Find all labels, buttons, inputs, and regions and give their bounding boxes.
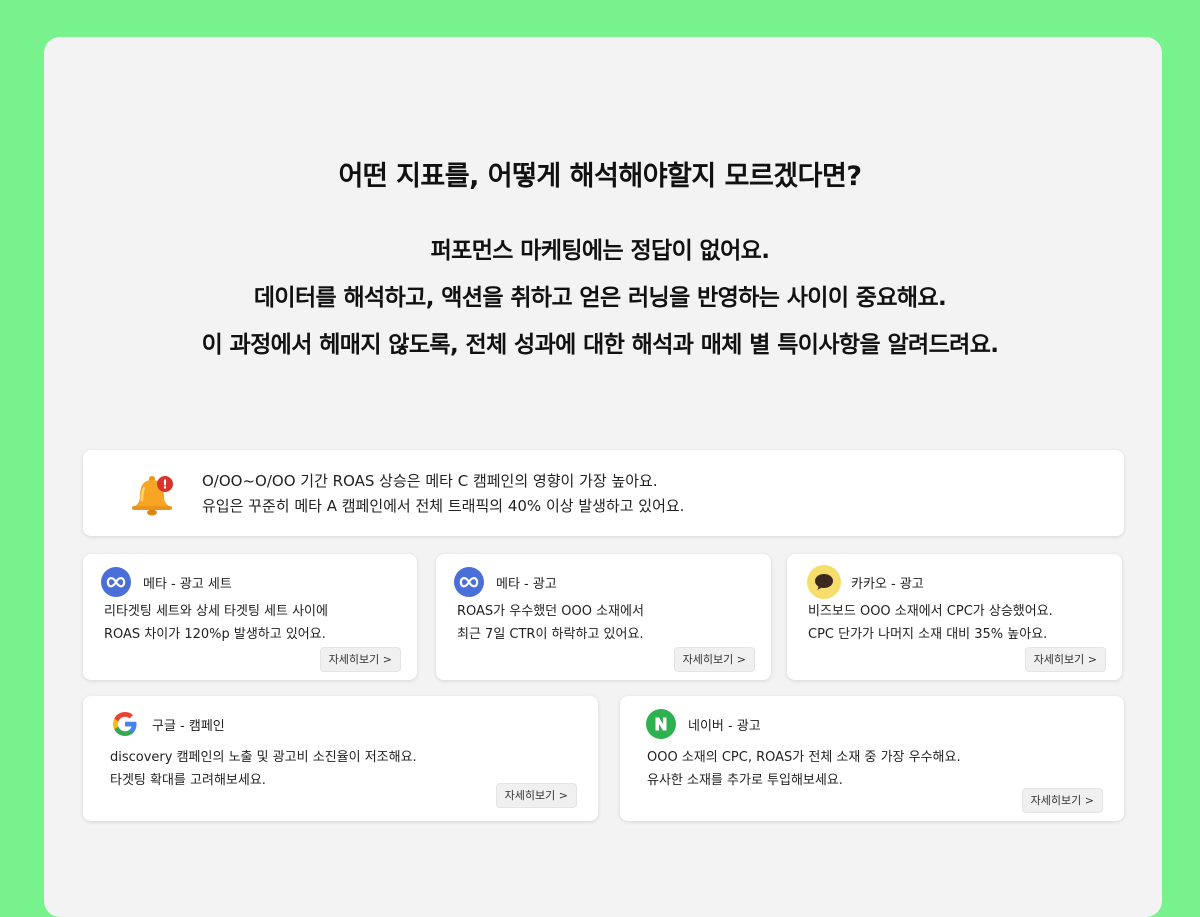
card-source: 카카오 - 광고 — [807, 565, 924, 599]
card-source: 구글 - 캠페인 — [110, 709, 225, 739]
message-line: 유사한 소재를 추가로 투입해보세요. — [647, 773, 843, 788]
card-source-label: 네이버 - 광고 — [688, 718, 761, 734]
insight-card-meta-ad[interactable]: 메타 - 광고 ROAS가 우수했던 OOO 소재에서 최근 7일 CTR이 하… — [436, 554, 771, 680]
card-source-label: 구글 - 캠페인 — [152, 718, 225, 734]
kakao-icon — [807, 565, 841, 599]
message-line: 타겟팅 확대를 고려해보세요. — [110, 773, 266, 788]
details-button[interactable]: 자세히보기 > — [495, 783, 577, 808]
card-message: 비즈보드 OOO 소재에서 CPC가 상승했어요. CPC 단가가 나머지 소재… — [808, 600, 1053, 646]
message-line: 리타겟팅 세트와 상세 타겟팅 세트 사이에 — [104, 604, 328, 619]
details-button[interactable]: 자세히보기 > — [1021, 788, 1103, 813]
card-source-label: 메타 - 광고 — [496, 576, 557, 592]
meta-icon — [101, 567, 131, 597]
message-line: CPC 단가가 나머지 소재 대비 35% 높아요. — [808, 627, 1048, 642]
alert-line: 유입은 꾸준히 메타 A 캠페인에서 전체 트래픽의 40% 이상 발생하고 있… — [202, 497, 685, 515]
bell-icon: ! — [132, 476, 173, 516]
badge-text: ! — [162, 478, 167, 492]
intro-line: 데이터를 해석하고, 액션을 취하고 얻은 러닝을 반영하는 사이이 중요해요. — [253, 285, 947, 311]
message-line: ROAS가 우수했던 OOO 소재에서 — [457, 604, 644, 619]
meta-icon — [454, 567, 484, 597]
message-line: ROAS 차이가 120%p 발생하고 있어요. — [104, 627, 326, 642]
page-headline: 어떤 지표를, 어떻게 해석해야할지 모르겠다면? — [338, 161, 862, 192]
insight-card-meta-adset[interactable]: 메타 - 광고 세트 리타겟팅 세트와 상세 타겟팅 세트 사이에 ROAS 차… — [83, 554, 417, 680]
alert-text: O/OO~O/OO 기간 ROAS 상승은 메타 C 캠페인의 영향이 가장 높… — [202, 469, 684, 519]
card-source: 메타 - 광고 세트 — [101, 567, 232, 597]
card-message: discovery 캠페인의 노출 및 광고비 소진율이 저조해요. 타겟팅 확… — [110, 746, 417, 792]
message-line: 비즈보드 OOO 소재에서 CPC가 상승했어요. — [808, 604, 1053, 619]
card-message: 리타겟팅 세트와 상세 타겟팅 세트 사이에 ROAS 차이가 120%p 발생… — [104, 600, 328, 646]
details-button[interactable]: 자세히보기 > — [1024, 647, 1106, 672]
card-message: ROAS가 우수했던 OOO 소재에서 최근 7일 CTR이 하락하고 있어요. — [457, 600, 644, 646]
message-line: 최근 7일 CTR이 하락하고 있어요. — [457, 627, 644, 642]
card-source-label: 메타 - 광고 세트 — [143, 576, 232, 592]
intro-line: 퍼포먼스 마케팅에는 정답이 없어요. — [430, 238, 770, 264]
insight-card-google-campaign[interactable]: 구글 - 캠페인 discovery 캠페인의 노출 및 광고비 소진율이 저조… — [83, 696, 598, 821]
details-button[interactable]: 자세히보기 > — [673, 647, 755, 672]
naver-icon — [646, 709, 676, 739]
google-icon — [113, 712, 137, 736]
insight-card-kakao-ad[interactable]: 카카오 - 광고 비즈보드 OOO 소재에서 CPC가 상승했어요. CPC 단… — [787, 554, 1122, 680]
alert-line: O/OO~O/OO 기간 ROAS 상승은 메타 C 캠페인의 영향이 가장 높… — [202, 472, 658, 490]
insight-card-naver-ad[interactable]: 네이버 - 광고 OOO 소재의 CPC, ROAS가 전체 소재 중 가장 우… — [620, 696, 1124, 821]
details-button[interactable]: 자세히보기 > — [319, 647, 401, 672]
intro-text: 퍼포먼스 마케팅에는 정답이 없어요. 데이터를 해석하고, 액션을 취하고 얻… — [0, 228, 1200, 369]
message-line: OOO 소재의 CPC, ROAS가 전체 소재 중 가장 우수해요. — [647, 750, 961, 765]
card-message: OOO 소재의 CPC, ROAS가 전체 소재 중 가장 우수해요. 유사한 … — [647, 746, 961, 792]
message-line: discovery 캠페인의 노출 및 광고비 소진율이 저조해요. — [110, 750, 417, 765]
card-source-label: 카카오 - 광고 — [851, 576, 924, 592]
card-source: 메타 - 광고 — [454, 567, 557, 597]
card-source: 네이버 - 광고 — [646, 709, 761, 739]
summary-alert-card: ! O/OO~O/OO 기간 ROAS 상승은 메타 C 캠페인의 영향이 가장… — [83, 450, 1124, 536]
intro-line: 이 과정에서 헤매지 않도록, 전체 성과에 대한 해석과 매체 별 특이사항을… — [201, 332, 999, 358]
